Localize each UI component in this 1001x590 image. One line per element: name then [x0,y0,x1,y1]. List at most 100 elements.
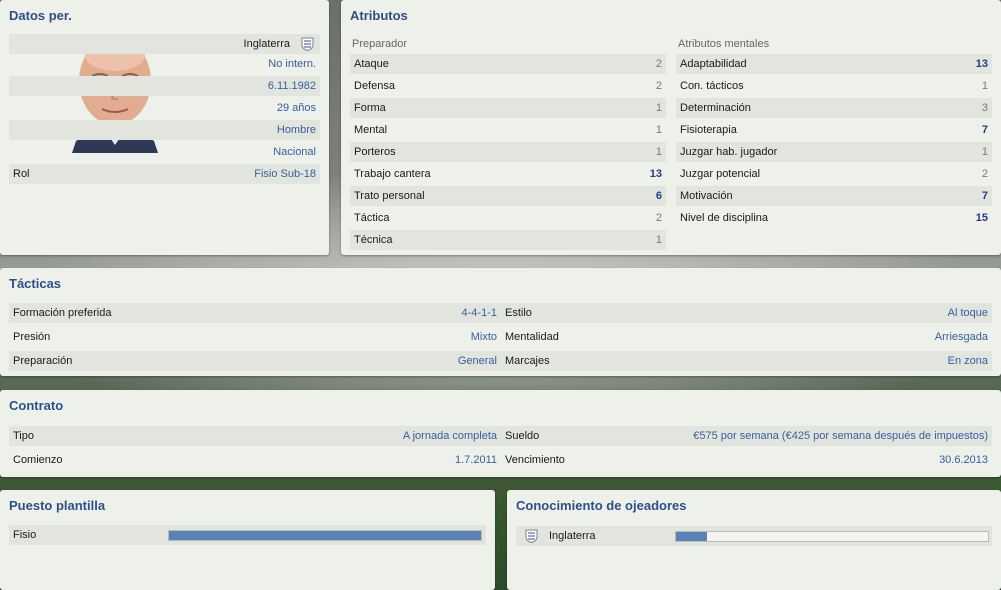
attributes-panel: Atributos Preparador Atributos mentales … [341,0,1001,255]
attribute-label: Motivación [680,190,733,202]
attribute-row: Determinación 3 [676,98,992,118]
tactic-value[interactable]: General [458,351,497,371]
attribute-label: Determinación [680,102,751,114]
attribute-value: 1 [981,146,988,158]
contract-panel: Contrato Tipo A jornada completa Comienzo… [0,390,1001,477]
attribute-label: Adaptabilidad [680,58,747,70]
international-status: No intern. [268,58,316,70]
contract-label: Tipo [13,430,34,442]
attribute-label: Fisioterapia [680,124,737,136]
scouting-row: Inglaterra [516,526,992,546]
tactic-value[interactable]: En zona [948,351,988,371]
tactic-row: Preparación General [9,351,501,371]
attribute-label: Defensa [354,80,395,92]
attribute-value: 6 [655,190,662,202]
status: Nacional [273,146,316,158]
scouting-label: Inglaterra [549,530,596,542]
attribute-value: 13 [975,58,988,70]
squad-panel: Puesto plantilla Fisio [0,490,495,590]
contract-value: A jornada completa [402,430,497,442]
tactic-row: Marcajes En zona [501,351,992,371]
personal-row: Nacional [9,142,320,162]
tactic-row: Presión Mixto [9,327,501,347]
role-label: Rol [13,168,30,180]
attribute-row: Porteros 1 [350,142,666,162]
attribute-label: Trabajo cantera [354,168,431,180]
tactics-panel: Tácticas Formación preferida 4-4-1-1 Pres… [0,268,1001,376]
attribute-row: Juzgar potencial 2 [676,164,992,184]
mental-header: Atributos mentales [678,38,770,50]
contract-value: 30.6.2013 [939,454,988,466]
attribute-label: Forma [354,102,386,114]
tactic-row: Estilo Al toque [501,303,992,323]
birth-date: 6.11.1982 [267,80,316,92]
attribute-label: Táctica [354,212,390,224]
contract-label: Sueldo [505,430,540,442]
england-flag-icon [525,529,538,550]
personal-row: 29 años [9,98,320,118]
attribute-label: Mental [354,124,388,136]
attribute-value: 1 [655,234,662,246]
gender: Hombre [276,124,316,136]
tactic-value[interactable]: Arriesgada [935,327,988,347]
role-value[interactable]: Fisio Sub-18 [254,164,316,184]
attribute-value: 1 [655,124,662,136]
attribute-row: Adaptabilidad 13 [676,54,992,74]
coach-header: Preparador [352,38,408,50]
age: 29 años [276,102,316,114]
personal-row: 6.11.1982 [9,76,320,96]
personal-row: Hombre [9,120,320,140]
attributes-title: Atributos [350,8,408,23]
attribute-label: Porteros [354,146,396,158]
attribute-row: Trato personal 6 [350,186,666,206]
attribute-value: 1 [655,102,662,114]
attribute-value: 2 [655,212,662,224]
attribute-value: 2 [981,168,988,180]
tactic-value[interactable]: Al toque [948,303,988,323]
squad-level-fill [169,531,481,540]
squad-title: Puesto plantilla [9,498,106,513]
attribute-row: Juzgar hab. jugador 1 [676,142,992,162]
personal-panel: Datos per. Inglaterra No intern. 6.11.19 [0,0,329,255]
contract-row: Tipo A jornada completa [9,426,501,446]
attribute-label: Nivel de disciplina [680,212,769,224]
tactic-value[interactable]: 4-4-1-1 [462,303,497,323]
contract-row: Sueldo €575 por semana (€425 por semana d… [501,426,992,446]
attribute-row: Ataque 2 [350,54,666,74]
attribute-row: Táctica 2 [350,208,666,228]
attribute-row: Nivel de disciplina 15 [676,208,992,228]
contract-label: Vencimiento [505,454,565,466]
contract-value: €575 por semana (€425 por semana después… [693,430,988,442]
tactic-label: Marcajes [505,355,550,367]
attribute-row: Con. tácticos 1 [676,76,992,96]
tactic-label: Estilo [505,307,532,319]
attribute-value: 3 [981,102,988,114]
squad-row: Fisio [9,525,486,545]
attribute-value: 2 [655,58,662,70]
attribute-row: Fisioterapia 7 [676,120,992,140]
tactic-label: Preparación [13,355,73,367]
attribute-row: Técnica 1 [350,230,666,250]
attribute-row: Trabajo cantera 13 [350,164,666,184]
scouting-panel: Conocimiento de ojeadores Inglaterra [507,490,1001,590]
attribute-value: 15 [975,212,988,224]
attribute-value: 2 [655,80,662,92]
attribute-value: 1 [655,146,662,158]
attribute-value: 7 [981,190,988,202]
contract-row: Comienzo 1.7.2011 [9,450,501,470]
tactic-value[interactable]: Mixto [471,327,497,347]
tactic-row: Mentalidad Arriesgada [501,327,992,347]
personal-row: No intern. [9,54,320,74]
squad-level-bar [168,530,482,541]
attribute-label: Trato personal [354,190,425,202]
scouting-level-fill [676,532,708,541]
scouting-title: Conocimiento de ojeadores [516,498,687,513]
tactic-label: Presión [13,331,51,343]
attribute-value: 1 [981,80,988,92]
attribute-value: 13 [649,168,662,180]
tactic-label: Mentalidad [505,331,559,343]
role-row: Rol Fisio Sub-18 [9,164,320,184]
squad-label: Fisio [13,529,37,541]
nationality-value: Inglaterra [243,38,290,50]
attribute-label: Con. tácticos [680,80,744,92]
